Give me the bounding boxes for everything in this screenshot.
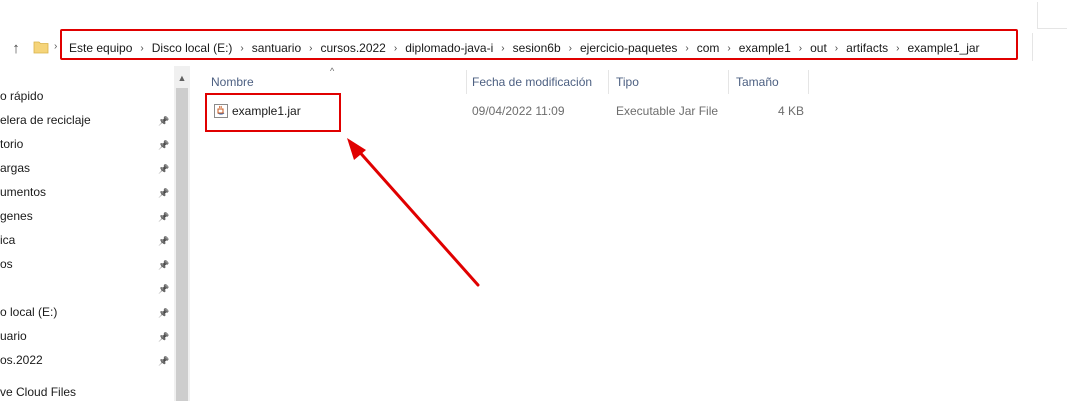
column-name[interactable]: Nombre xyxy=(211,70,254,94)
sidebar-scroll-thumb[interactable] xyxy=(176,88,188,401)
sidebar-item[interactable]: umentos xyxy=(0,181,46,203)
pin-icon[interactable]: 📌 xyxy=(158,282,170,296)
column-divider[interactable] xyxy=(808,70,809,94)
sidebar-item[interactable]: genes xyxy=(0,205,33,227)
window-top-bar xyxy=(0,0,1067,30)
sidebar-item[interactable]: o rápido xyxy=(0,85,43,107)
column-header-row: Nombre Fecha de modificación Tipo Tamaño xyxy=(190,70,1067,94)
pin-icon[interactable]: 📌 xyxy=(158,330,170,344)
pin-icon[interactable]: 📌 xyxy=(158,114,170,128)
column-divider[interactable] xyxy=(728,70,729,94)
sidebar-item[interactable]: uario xyxy=(0,325,27,347)
sidebar-item[interactable]: os.2022 xyxy=(0,349,43,371)
column-divider[interactable] xyxy=(608,70,609,94)
sidebar-item[interactable]: elera de reciclaje xyxy=(0,109,91,131)
sidebar-item[interactable]: ve Cloud Files xyxy=(0,381,76,403)
folder-icon xyxy=(33,41,49,54)
sidebar-item[interactable]: o local (E:) xyxy=(0,301,57,323)
pin-icon[interactable]: 📌 xyxy=(158,162,170,176)
pin-icon[interactable]: 📌 xyxy=(158,234,170,248)
scroll-up-icon[interactable]: ▲ xyxy=(174,70,190,86)
column-type[interactable]: Tipo xyxy=(616,70,639,94)
pin-icon[interactable]: 📌 xyxy=(158,258,170,272)
pin-icon[interactable]: 📌 xyxy=(158,354,170,368)
file-highlight-box xyxy=(205,93,341,132)
sidebar-item[interactable]: os xyxy=(0,253,13,275)
address-highlight-box xyxy=(60,29,1018,60)
sidebar-item[interactable]: ica xyxy=(0,229,15,251)
sort-ascending-icon: ^ xyxy=(330,66,335,76)
column-modified[interactable]: Fecha de modificación xyxy=(472,70,592,94)
up-arrow-icon[interactable]: ↑ xyxy=(6,38,26,58)
column-divider[interactable] xyxy=(466,70,467,94)
file-modified: 09/04/2022 11:09 xyxy=(472,104,565,118)
pin-icon[interactable]: 📌 xyxy=(158,306,170,320)
address-bar-end xyxy=(1032,33,1067,61)
window-corner-box xyxy=(1037,2,1067,29)
navigation-pane: o rápido elera de reciclaje 📌 torio 📌 argas 📌 u… xyxy=(0,66,190,401)
file-size: 4 KB xyxy=(778,104,805,118)
sidebar-item[interactable]: torio xyxy=(0,133,23,155)
pin-icon[interactable]: 📌 xyxy=(158,138,170,152)
file-type: Executable Jar File xyxy=(616,104,719,118)
column-size[interactable]: Tamaño xyxy=(736,70,779,94)
pin-icon[interactable]: 📌 xyxy=(158,210,170,224)
chevron-right-icon[interactable]: › xyxy=(54,41,57,52)
annotation-arrow xyxy=(347,138,480,287)
pin-icon[interactable]: 📌 xyxy=(158,186,170,200)
sidebar-item[interactable]: argas xyxy=(0,157,30,179)
